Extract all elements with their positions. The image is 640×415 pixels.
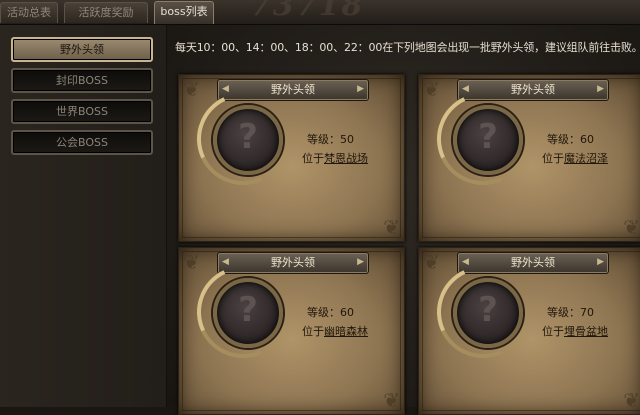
unknown-question-icon: ? — [478, 290, 498, 330]
boss-level: 等级：60 — [547, 133, 594, 146]
boss-level: 等级：60 — [307, 306, 354, 319]
location-link[interactable]: 埋骨盆地 — [564, 325, 608, 338]
boss-portrait[interactable]: ? — [453, 278, 523, 348]
banner-right-ornament-icon: ▶ — [597, 84, 604, 94]
boss-portrait[interactable]: ? — [213, 105, 283, 175]
corner-ornament-icon: ❦ — [623, 388, 640, 412]
tab-bar: 73718 活动总表 活跃度奖励 boss列表 — [0, 0, 640, 25]
boss-list-panel: 每天10：00、14：00、18：00、22：00在下列地图会出现一批野外头领，… — [167, 25, 640, 415]
boss-location: 位于幽暗森林 — [302, 325, 368, 338]
background-digits: 73718 — [250, 0, 365, 23]
boss-card[interactable]: ❦ ❦ ◀ 野外头领 ▶ ? 等级：60 位于幽暗森林 — [178, 247, 405, 415]
location-link[interactable]: 魔法沼泽 — [564, 152, 608, 165]
boss-card[interactable]: ❦ ❦ ◀ 野外头领 ▶ ? 等级：70 位于埋骨盆地 — [418, 247, 640, 415]
card-title: 野外头领 — [271, 256, 315, 269]
location-link[interactable]: 幽暗森林 — [324, 325, 368, 338]
sidebar-item-sealed-boss[interactable]: 封印BOSS — [11, 68, 153, 93]
card-title: 野外头领 — [511, 256, 555, 269]
corner-ornament-icon: ❦ — [383, 215, 400, 239]
unknown-question-icon: ? — [238, 117, 258, 157]
unknown-question-icon: ? — [238, 290, 258, 330]
tab-boss-list[interactable]: boss列表 — [154, 1, 214, 24]
banner-right-ornament-icon: ▶ — [357, 257, 364, 267]
corner-ornament-icon: ❦ — [383, 388, 400, 412]
boss-card[interactable]: ❦ ❦ ◀ 野外头领 ▶ ? 等级：60 位于魔法沼泽 — [418, 74, 640, 242]
boss-location: 位于梵恩战场 — [302, 152, 368, 165]
location-link[interactable]: 梵恩战场 — [324, 152, 368, 165]
unknown-question-icon: ? — [478, 117, 498, 157]
schedule-notice: 每天10：00、14：00、18：00、22：00在下列地图会出现一批野外头领，… — [175, 41, 640, 54]
banner-right-ornament-icon: ▶ — [357, 84, 364, 94]
corner-ornament-icon: ❦ — [183, 250, 200, 274]
sidebar: 野外头领 封印BOSS 世界BOSS 公会BOSS — [0, 25, 167, 407]
banner-right-ornament-icon: ▶ — [597, 257, 604, 267]
boss-portrait[interactable]: ? — [213, 278, 283, 348]
sidebar-item-guild-boss[interactable]: 公会BOSS — [11, 130, 153, 155]
boss-level: 等级：70 — [547, 306, 594, 319]
tab-activity-overview[interactable]: 活动总表 — [0, 2, 58, 23]
boss-location: 位于埋骨盆地 — [542, 325, 608, 338]
boss-location: 位于魔法沼泽 — [542, 152, 608, 165]
corner-ornament-icon: ❦ — [623, 215, 640, 239]
corner-ornament-icon: ❦ — [423, 250, 440, 274]
sidebar-item-world-boss[interactable]: 世界BOSS — [11, 99, 153, 124]
card-title: 野外头领 — [271, 83, 315, 96]
boss-portrait[interactable]: ? — [453, 105, 523, 175]
boss-level: 等级：50 — [307, 133, 354, 146]
card-title: 野外头领 — [511, 83, 555, 96]
corner-ornament-icon: ❦ — [183, 77, 200, 101]
sidebar-item-field-boss[interactable]: 野外头领 — [11, 37, 153, 62]
tab-activity-rewards[interactable]: 活跃度奖励 — [64, 2, 148, 23]
corner-ornament-icon: ❦ — [423, 77, 440, 101]
boss-card[interactable]: ❦ ❦ ◀ 野外头领 ▶ ? 等级：50 位于梵恩战场 — [178, 74, 405, 242]
